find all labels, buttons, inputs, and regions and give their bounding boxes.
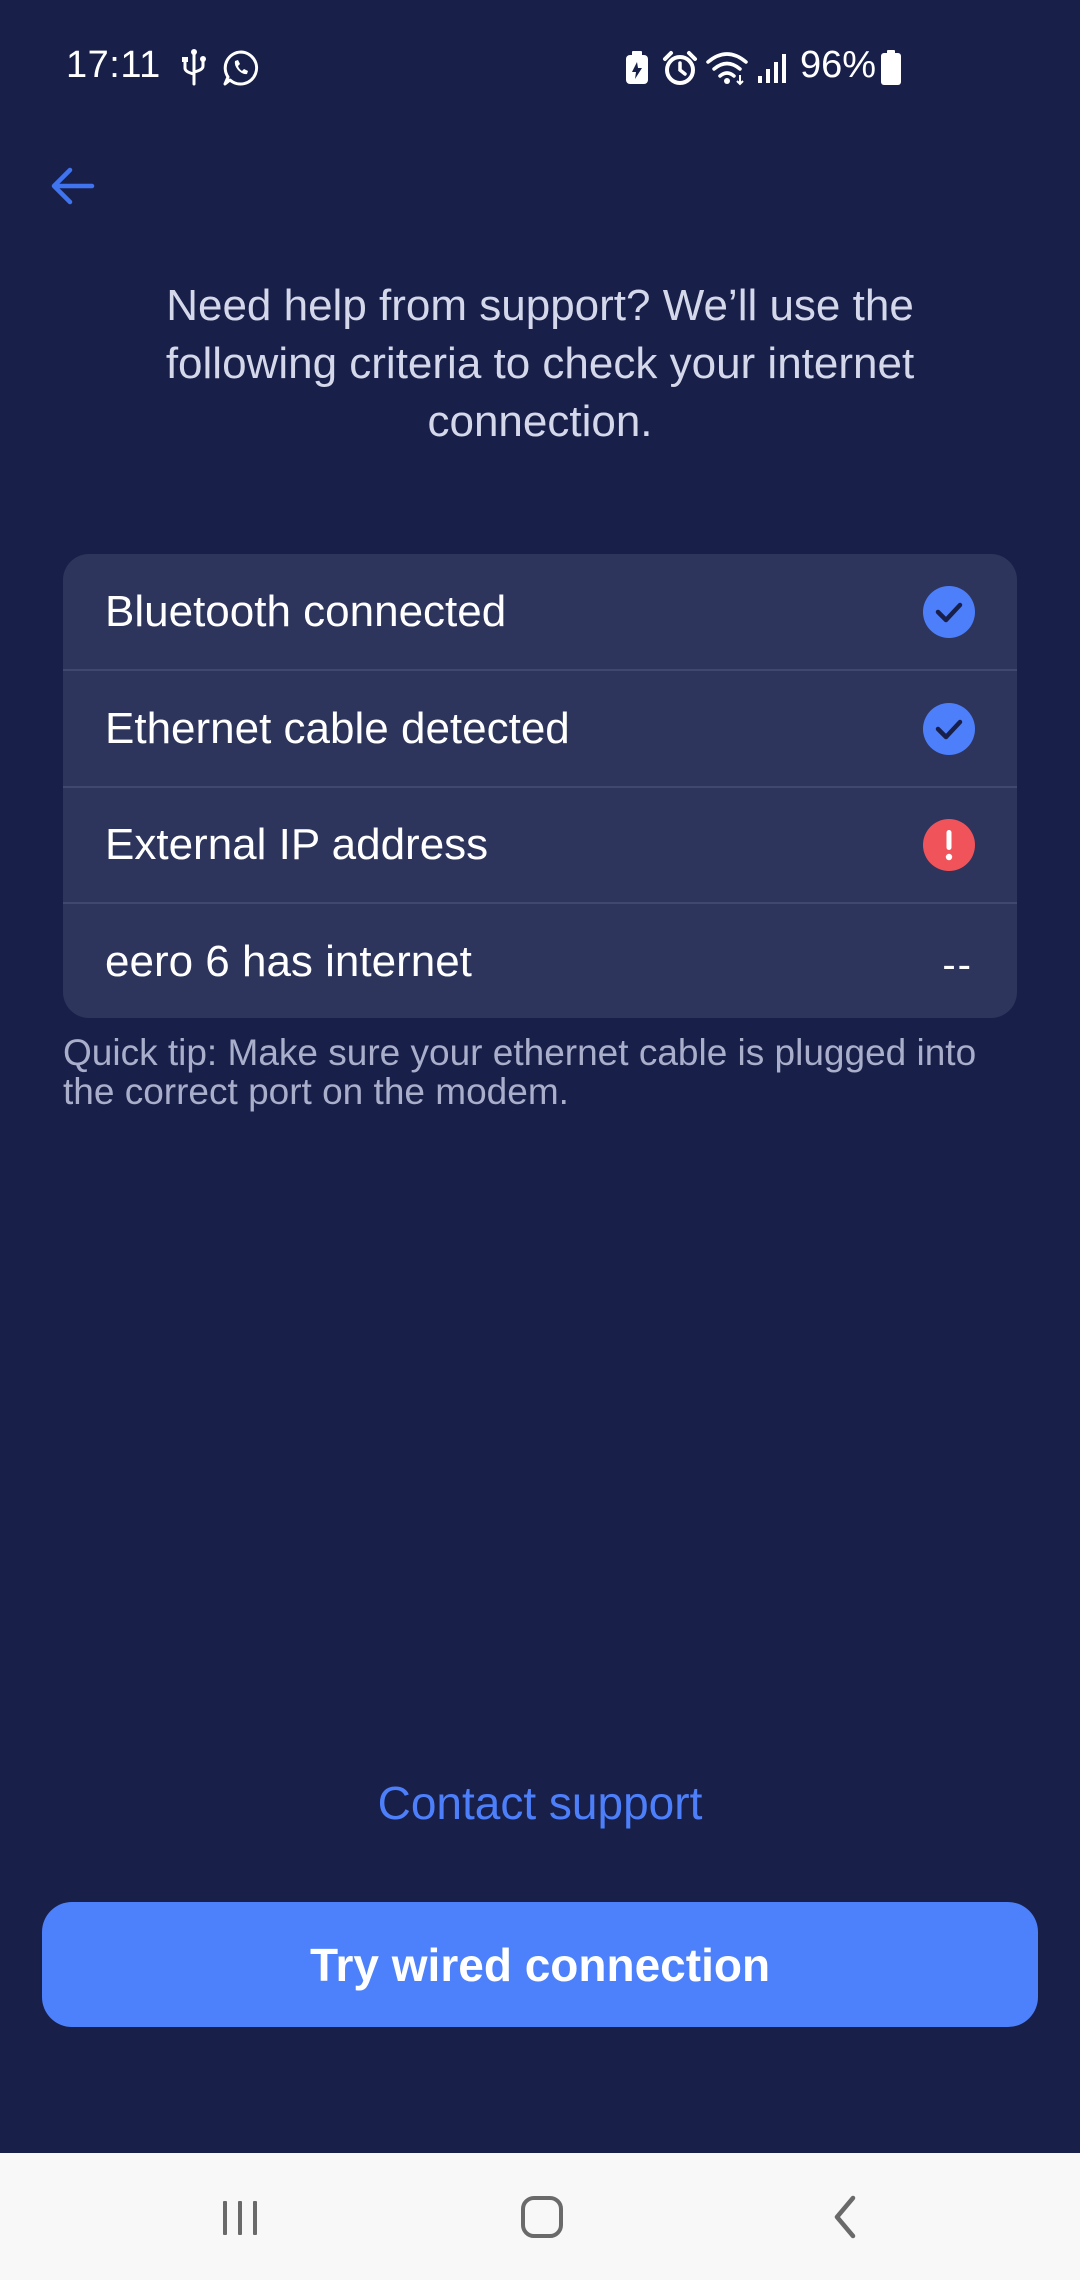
back-button[interactable] (44, 150, 104, 210)
checklist-label: External IP address (105, 820, 489, 869)
checklist-label: Ethernet cable detected (105, 704, 570, 753)
whatsapp-icon (222, 49, 260, 92)
status-bar: 17:11 96% (0, 0, 1080, 134)
checklist-label: Bluetooth connected (105, 587, 507, 636)
checklist-row-external-ip: External IP address (63, 787, 1017, 902)
battery-icon (880, 50, 902, 91)
back-nav-icon (834, 2195, 856, 2239)
intro-text: Need help from support? We’ll use the fo… (165, 281, 915, 446)
exclamation-circle-icon (923, 819, 975, 871)
home-icon (521, 2196, 563, 2238)
checklist-row-internet: eero 6 has internet -- (63, 904, 1017, 1018)
checklist-row-bluetooth: Bluetooth connected (63, 554, 1017, 669)
checklist-label: eero 6 has internet (105, 937, 472, 986)
recent-apps-button[interactable] (200, 2183, 280, 2253)
system-nav-bar (0, 2153, 1080, 2280)
quick-tip: Quick tip: Make sure your ethernet cable… (63, 1032, 977, 1112)
nav-back-button[interactable] (806, 2183, 886, 2253)
contact-support-link[interactable]: Contact support (0, 1776, 1080, 1830)
pending-status: -- (942, 943, 973, 987)
recent-apps-icon (223, 2201, 257, 2235)
alarm-icon (662, 50, 698, 91)
checklist-row-ethernet: Ethernet cable detected (63, 671, 1017, 786)
battery-saver-icon (624, 50, 650, 91)
wifi-icon (706, 50, 748, 91)
arrow-left-icon (51, 167, 95, 205)
battery-percent: 96% (800, 44, 877, 86)
try-wired-connection-button[interactable]: Try wired connection (42, 1902, 1038, 2027)
check-circle-icon (923, 703, 975, 755)
connection-checklist: Bluetooth connected Ethernet cable detec… (63, 554, 1017, 1018)
home-button[interactable] (502, 2183, 582, 2253)
status-time: 17:11 (66, 44, 161, 86)
check-circle-icon (923, 586, 975, 638)
signal-icon (756, 52, 790, 89)
usb-icon (180, 48, 208, 93)
